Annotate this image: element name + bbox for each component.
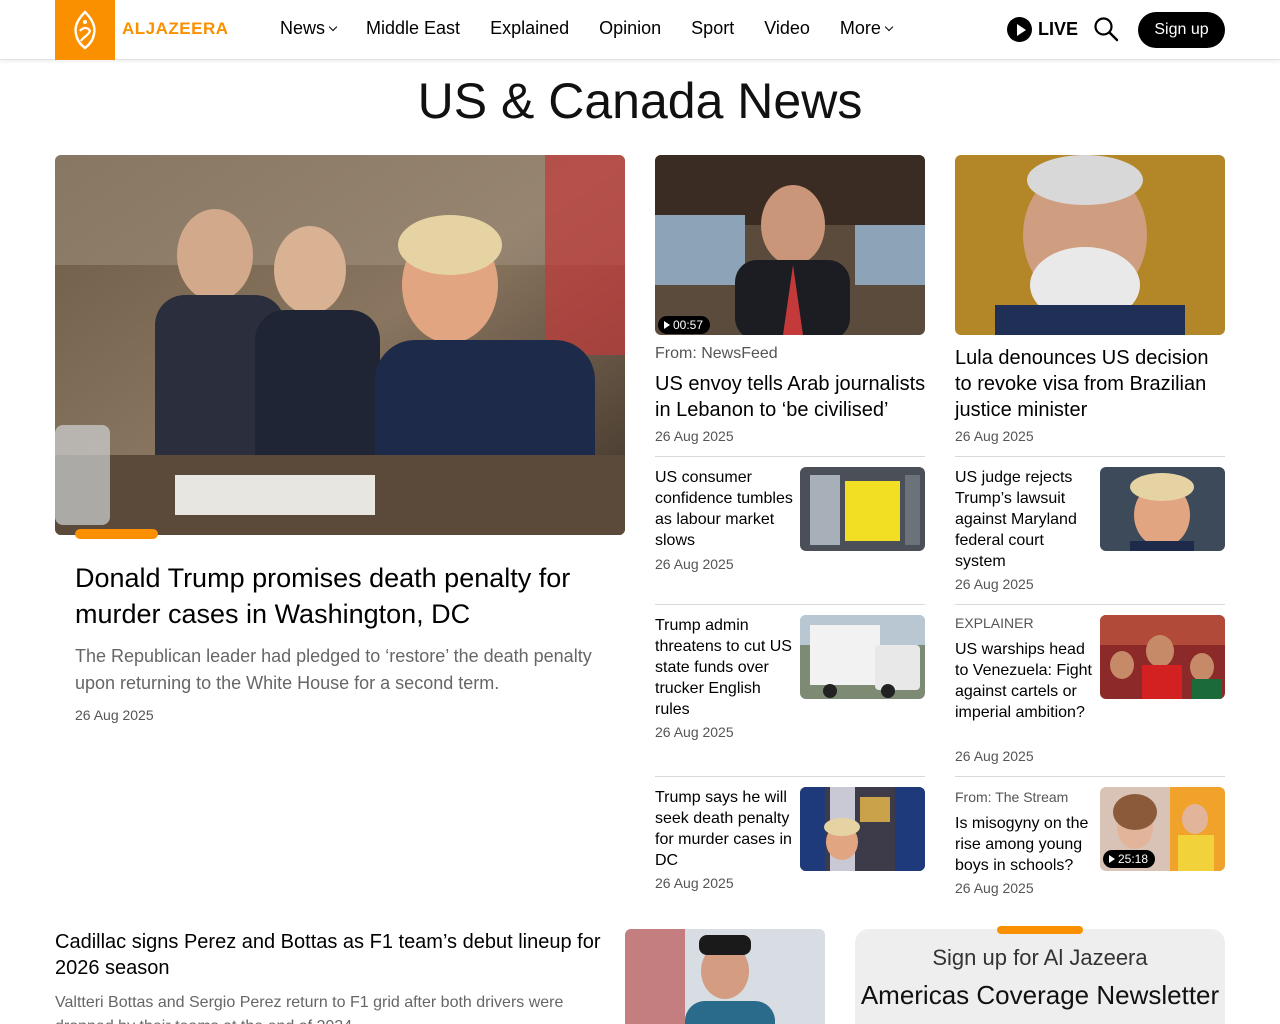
feature-right-image[interactable] [955,155,1225,335]
list-item-image[interactable] [1100,467,1225,551]
feature-mid-source: From: NewsFeed [655,345,778,362]
divider [955,456,1225,457]
list-item-headline[interactable]: Is misogyny on the rise among young boys… [955,813,1093,876]
nav-sport-label: Sport [691,18,735,38]
bottom-image[interactable] [625,929,825,1024]
feature-right-date: 26 Aug 2025 [955,428,1034,444]
nav-middle-east[interactable]: Middle East [366,18,460,39]
list-item-date: 26 Aug 2025 [955,880,1034,896]
nav-video-label: Video [764,18,810,38]
feature-right-headline[interactable]: Lula denounces US decision to revoke vis… [955,345,1230,423]
play-icon [1007,17,1032,42]
newsletter-subtitle: Sign up for Al Jazeera [932,945,1148,970]
list-item-image[interactable] [800,615,925,699]
list-item-date: 26 Aug 2025 [955,576,1034,592]
chevron-down-icon [328,22,338,31]
divider [655,604,925,605]
hero-headline[interactable]: Donald Trump promises death penalty for … [75,560,605,632]
signup-button[interactable]: Sign up [1138,12,1225,48]
list-item-headline[interactable]: Trump admin threatens to cut US state fu… [655,615,793,720]
list-item-source: From: The Stream [955,789,1069,805]
newsletter-accent-bar [997,926,1083,934]
video-duration: 00:57 [673,318,704,332]
search-icon[interactable] [1093,16,1119,42]
nav-middle-east-label: Middle East [366,18,461,38]
bottom-headline[interactable]: Cadillac signs Perez and Bottas as F1 te… [55,929,605,981]
list-item-date: 26 Aug 2025 [655,556,734,572]
divider [655,456,925,457]
divider [955,776,1225,777]
play-icon [664,321,670,329]
aljazeera-logo-icon[interactable] [55,0,115,60]
video-duration-badge: 00:57 [658,316,711,334]
list-item-headline[interactable]: US judge rejects Trump’s lawsuit against… [955,467,1093,572]
list-item-date: 26 Aug 2025 [955,748,1034,764]
nav-more[interactable]: More [839,18,894,39]
hero-image[interactable] [55,155,625,535]
list-item-headline[interactable]: US consumer confidence tumbles as labour… [655,467,793,551]
list-item-headline[interactable]: US warships head to Venezuela: Fight aga… [955,639,1093,723]
main-nav: News Middle East Explained Opinion Sport… [280,18,922,39]
nav-explained[interactable]: Explained [490,18,569,39]
site-header: ALJAZEERA News Middle East Explained Opi… [0,0,1280,60]
nav-opinion[interactable]: Opinion [599,18,661,39]
nav-more-label: More [839,18,881,38]
hero-date: 26 Aug 2025 [75,707,154,723]
list-item-image[interactable] [800,787,925,871]
chevron-down-icon [884,22,894,31]
logo-wordmark[interactable]: ALJAZEERA [122,19,229,39]
nav-video[interactable]: Video [764,18,810,39]
hero-summary: The Republican leader had pledged to ‘re… [75,646,592,693]
play-icon [1109,855,1115,863]
live-label: LIVE [1038,19,1079,39]
nav-sport[interactable]: Sport [691,18,734,39]
nav-opinion-label: Opinion [599,18,662,38]
video-duration-badge: 25:18 [1103,850,1156,868]
feature-mid-image[interactable]: 00:57 [655,155,925,335]
nav-explained-label: Explained [490,18,570,38]
divider [955,604,1225,605]
video-duration: 25:18 [1118,852,1149,866]
live-button[interactable]: LIVE [1007,17,1078,42]
nav-news[interactable]: News [280,18,338,39]
list-item-image[interactable] [800,467,925,551]
list-item-image[interactable] [1100,615,1225,699]
list-item-image[interactable]: 25:18 [1100,787,1225,871]
list-item-kicker: EXPLAINER [955,615,1034,631]
list-item-date: 26 Aug 2025 [655,724,734,740]
divider [655,776,925,777]
hero-accent-bar [75,529,158,539]
feature-mid-date: 26 Aug 2025 [655,428,734,444]
nav-news-label: News [280,18,326,38]
list-item-date: 26 Aug 2025 [655,875,734,891]
list-item-headline[interactable]: Trump says he will seek death penalty fo… [655,787,793,871]
feature-mid-headline[interactable]: US envoy tells Arab journalists in Leban… [655,371,930,423]
newsletter-title: Americas Coverage Newsletter [860,980,1220,1010]
bottom-summary: Valtteri Bottas and Sergio Perez return … [55,994,564,1024]
page-title: US & Canada News [417,73,863,129]
